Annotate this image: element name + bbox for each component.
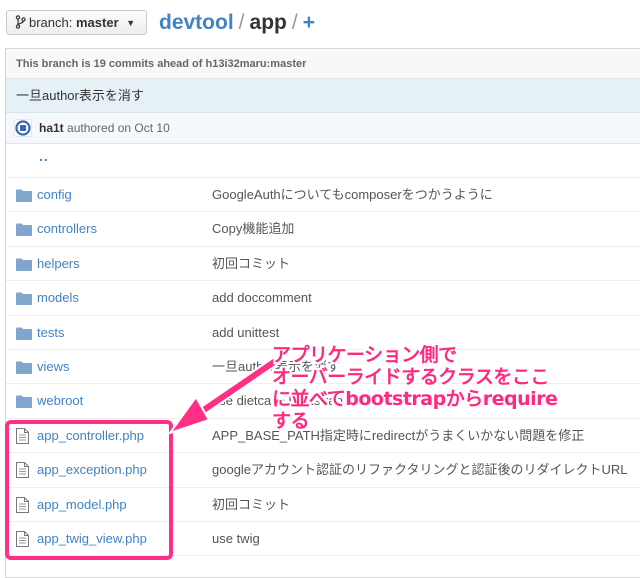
breadcrumb: devtool / app / + [159, 9, 315, 37]
commit-author-link[interactable]: ha1t [39, 121, 64, 135]
breadcrumb-separator: / [291, 11, 298, 34]
file-commit-message-link[interactable]: add unittest [212, 316, 279, 350]
folder-icon [16, 327, 32, 340]
branch-selector-button[interactable]: branch: master ▼ [6, 10, 147, 35]
file-name-link[interactable]: controllers [37, 212, 97, 246]
branch-ahead-status: This branch is 19 commits ahead of h13i3… [6, 49, 640, 79]
add-file-button[interactable]: + [303, 11, 315, 34]
file-name-link[interactable]: views [37, 350, 70, 384]
folder-icon [16, 361, 32, 374]
file-commit-message-link[interactable]: use twig [212, 522, 260, 556]
branch-icon [15, 15, 26, 29]
chevron-down-icon: ▼ [126, 18, 136, 28]
annotation-line: オーバーライドするクラスをここ [272, 366, 549, 388]
avatar[interactable] [14, 119, 32, 137]
file-row[interactable]: controllers Copy機能追加 [6, 212, 640, 247]
commit-authored-date: authored on Oct 10 [67, 121, 170, 135]
annotation-line: する [272, 410, 310, 432]
file-name-link[interactable]: tests [37, 316, 64, 350]
file-row[interactable]: config GoogleAuthについてもcomposerをつかうように [6, 178, 640, 213]
breadcrumb-repo-link[interactable]: devtool [159, 11, 234, 34]
branch-label: branch: [29, 15, 73, 30]
breadcrumb-separator: / [238, 11, 245, 34]
file-commit-message-link[interactable]: add doccomment [212, 281, 312, 315]
file-name-link[interactable]: helpers [37, 247, 80, 281]
file-commit-message-link[interactable]: 初回コミット [212, 247, 290, 281]
parent-directory-link[interactable]: .. [39, 148, 49, 164]
folder-icon [16, 189, 32, 202]
branch-value: master [76, 15, 119, 30]
file-commit-message-link[interactable]: Copy機能追加 [212, 212, 294, 246]
latest-commit-meta: ha1t authored on Oct 10 [6, 113, 640, 144]
folder-icon [16, 292, 32, 306]
annotation-line: に並べてbootstrapからrequire [272, 388, 558, 410]
file-name-link[interactable]: config [37, 178, 72, 212]
folder-icon [16, 258, 32, 271]
file-name-link[interactable]: models [37, 281, 79, 315]
parent-directory-row[interactable]: .. [6, 144, 640, 178]
annotation-highlight-box [5, 420, 173, 560]
file-row[interactable]: models add doccomment [6, 281, 640, 316]
latest-commit-message[interactable]: 一旦author表示を消す [6, 79, 640, 113]
folder-icon [16, 395, 32, 409]
file-name-link[interactable]: webroot [37, 384, 83, 418]
breadcrumb-current-dir: app [249, 11, 287, 34]
file-row[interactable]: helpers 初回コミット [6, 247, 640, 282]
repo-header: branch: master ▼ devtool / app / + [0, 0, 640, 48]
annotation-line: アプリケーション側で [272, 344, 457, 366]
annotation-callout-text: アプリケーション側で オーバーライドするクラスをここ に並べてbootstrap… [272, 344, 632, 432]
folder-icon [16, 223, 32, 237]
file-commit-message-link[interactable]: googleアカウント認証のリファクタリングと認証後のリダイレクトURL [212, 453, 628, 487]
file-commit-message-link[interactable]: 初回コミット [212, 488, 290, 522]
file-commit-message-link[interactable]: GoogleAuthについてもcomposerをつかうように [212, 178, 493, 212]
